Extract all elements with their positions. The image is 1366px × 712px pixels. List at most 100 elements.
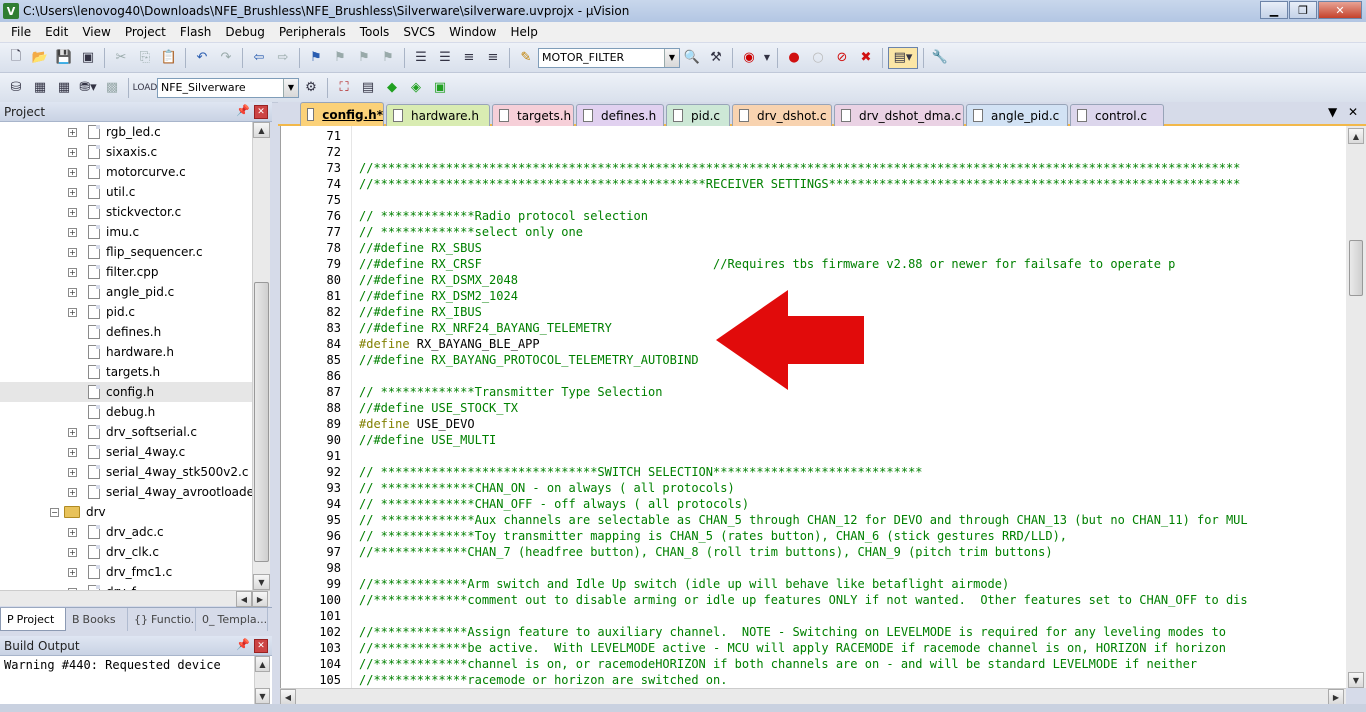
tree-item[interactable]: + motorcurve.c	[0, 162, 252, 182]
navigate-forward-icon[interactable]: ⇨	[272, 47, 294, 69]
new-file-icon[interactable]: 🗋	[5, 47, 27, 69]
tab-books[interactable]: B Books	[66, 608, 128, 631]
close-button[interactable]: ✕	[1318, 1, 1362, 19]
manage-project-items-icon[interactable]: ⛶	[333, 77, 355, 99]
expand-icon[interactable]: +	[68, 188, 77, 197]
uncomment-icon[interactable]: ≡	[482, 47, 504, 69]
expand-icon[interactable]: +	[68, 568, 77, 577]
tree-item[interactable]: + pid.c	[0, 302, 252, 322]
scroll-down-icon[interactable]: ▼	[253, 574, 270, 590]
editor-tab[interactable]: defines.h	[576, 104, 664, 126]
code-editor[interactable]: 71 72 73 //********************************…	[280, 126, 1346, 688]
menu-help[interactable]: Help	[503, 22, 544, 42]
tree-item[interactable]: +drv_f	[0, 582, 252, 590]
scroll-up-icon[interactable]: ▲	[253, 122, 270, 138]
paste-icon[interactable]: 📋	[158, 47, 180, 69]
editor-tab[interactable]: config.h*	[300, 102, 384, 126]
scroll-up-icon[interactable]: ▲	[255, 656, 270, 672]
scroll-thumb[interactable]	[254, 282, 269, 562]
incremental-find-icon[interactable]: ⚒	[705, 47, 727, 69]
pin-icon[interactable]: 📌	[236, 638, 250, 651]
window-layout-icon[interactable]: ▤▾	[888, 46, 918, 69]
open-file-icon[interactable]: 📂	[29, 47, 51, 69]
software-packs-icon[interactable]: ▣	[429, 77, 451, 99]
editor-tab[interactable]: control.c	[1070, 104, 1164, 126]
menu-svcs[interactable]: SVCS	[396, 22, 442, 42]
chevron-down-icon[interactable]: ▼	[664, 48, 679, 67]
redo-icon[interactable]: ↷	[215, 47, 237, 69]
target-options-icon[interactable]: ⚙	[300, 77, 322, 99]
tree-item[interactable]: + stickvector.c	[0, 202, 252, 222]
editor-tab[interactable]: pid.c	[666, 104, 730, 126]
scroll-down-icon[interactable]: ▼	[255, 688, 270, 704]
enable-breakpoint-icon[interactable]: ○	[807, 47, 829, 69]
batch-build-icon[interactable]: ⛃▾	[77, 77, 99, 99]
unindent-icon[interactable]: ☰	[434, 47, 456, 69]
expand-icon[interactable]: +	[68, 148, 77, 157]
close-icon[interactable]: ✕	[254, 639, 268, 653]
tree-item[interactable]: + util.c	[0, 182, 252, 202]
editor-hscrollbar[interactable]: ◀ ▶	[280, 688, 1346, 705]
editor-tab[interactable]: angle_pid.c	[966, 104, 1068, 126]
expand-icon[interactable]: +	[68, 448, 77, 457]
chevron-down-icon[interactable]: ▼	[283, 78, 298, 97]
navigate-back-icon[interactable]: ⇦	[248, 47, 270, 69]
menu-edit[interactable]: Edit	[38, 22, 75, 42]
project-tree-hscrollbar[interactable]: ◀ ▶	[0, 590, 270, 607]
tree-item[interactable]: − drv	[0, 502, 252, 522]
bookmark-icon[interactable]: ⚑	[305, 47, 327, 69]
comment-icon[interactable]: ≡	[458, 47, 480, 69]
disable-breakpoints-icon[interactable]: ⊘	[831, 47, 853, 69]
menu-view[interactable]: View	[75, 22, 117, 42]
expand-icon[interactable]: +	[68, 468, 77, 477]
tab-functio[interactable]: {}Functio...	[128, 608, 196, 631]
menu-peripherals[interactable]: Peripherals	[272, 22, 353, 42]
tree-item[interactable]: + angle_pid.c	[0, 282, 252, 302]
expand-icon[interactable]: +	[68, 308, 77, 317]
expand-icon[interactable]: +	[68, 528, 77, 537]
manage-rte-icon[interactable]: ◆	[381, 77, 403, 99]
expand-icon[interactable]: +	[68, 548, 77, 557]
expand-icon[interactable]: +	[68, 228, 77, 237]
restore-button[interactable]: ❐	[1289, 1, 1317, 19]
build-icon[interactable]: ▦	[29, 77, 51, 99]
tree-item[interactable]: + drv_fmc1.c	[0, 562, 252, 582]
copy-icon[interactable]: ⎘	[134, 47, 156, 69]
select-packs-icon[interactable]: ▤	[357, 77, 379, 99]
tree-item[interactable]: config.h	[0, 382, 252, 402]
tree-item[interactable]: debug.h	[0, 402, 252, 422]
stop-build-icon[interactable]: ▩	[101, 77, 123, 99]
tree-item[interactable]: defines.h	[0, 322, 252, 342]
rebuild-icon[interactable]: ▦	[53, 77, 75, 99]
tree-item[interactable]: + filter.cpp	[0, 262, 252, 282]
menu-window[interactable]: Window	[442, 22, 503, 42]
translate-icon[interactable]: ⛁	[5, 77, 27, 99]
pack-installer-icon[interactable]: ◈	[405, 77, 427, 99]
chevron-down-icon[interactable]: ▼	[762, 47, 772, 69]
prev-bookmark-icon[interactable]: ⚑	[329, 47, 351, 69]
tab-list-icon[interactable]: ▼	[1328, 105, 1337, 119]
expand-icon[interactable]: +	[68, 288, 77, 297]
editor-tab[interactable]: targets.h	[492, 104, 574, 126]
tree-item[interactable]: + serial_4way_avrootloader.c	[0, 482, 252, 502]
expand-icon[interactable]: +	[68, 488, 77, 497]
editor-tab[interactable]: hardware.h	[386, 104, 490, 126]
scroll-down-icon[interactable]: ▼	[1348, 672, 1364, 688]
minimize-button[interactable]: ▁	[1260, 1, 1288, 19]
tree-item[interactable]: + serial_4way_stk500v2.c	[0, 462, 252, 482]
next-bookmark-icon[interactable]: ⚑	[353, 47, 375, 69]
scroll-right-icon[interactable]: ▶	[252, 591, 268, 607]
insert-breakpoint-icon[interactable]: ●	[783, 47, 805, 69]
build-output-scrollbar[interactable]: ▲ ▼	[254, 656, 270, 704]
expand-icon[interactable]: +	[68, 268, 77, 277]
menu-tools[interactable]: Tools	[353, 22, 397, 42]
scroll-right-icon[interactable]: ▶	[1328, 689, 1344, 705]
tab-templa[interactable]: 0_ Templa...	[196, 608, 268, 631]
collapse-icon[interactable]: −	[50, 508, 59, 517]
editor-vscrollbar[interactable]: ▲ ▼	[1346, 126, 1366, 688]
menu-file[interactable]: File	[4, 22, 38, 42]
cut-icon[interactable]: ✂	[110, 47, 132, 69]
menu-debug[interactable]: Debug	[218, 22, 271, 42]
scroll-thumb[interactable]	[1349, 240, 1363, 296]
tree-item[interactable]: + drv_softserial.c	[0, 422, 252, 442]
